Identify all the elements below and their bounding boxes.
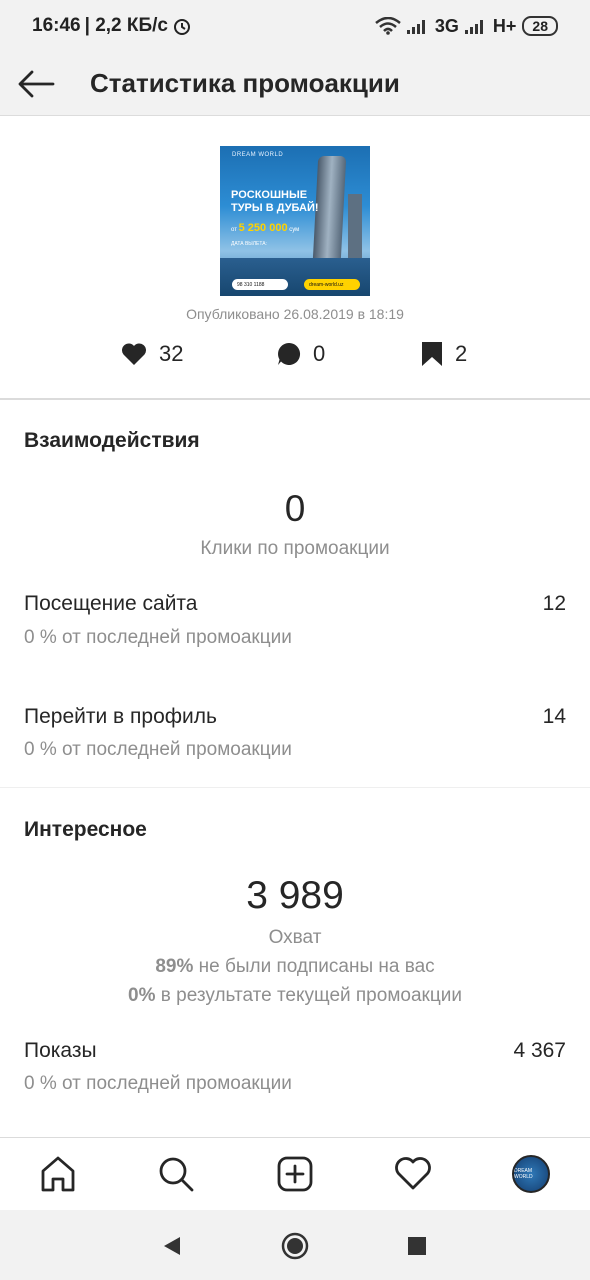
back-button[interactable] (0, 52, 72, 116)
from-promo-line: 0% в результате текущей промоакции (0, 985, 590, 1007)
profile-visits-label: Перейти в профиль (24, 705, 217, 728)
nav-search[interactable] (154, 1152, 198, 1196)
reach-label: Охват (268, 927, 322, 948)
website-visits-sub: 0 % от последней промоакции (24, 627, 292, 648)
post-summary: DREAM WORLD РОСКОШНЫЕ ТУРЫ В ДУБАЙ! от 5… (0, 117, 590, 400)
status-speed: | 2,2 КБ/с (84, 15, 168, 36)
post-thumbnail[interactable]: DREAM WORLD РОСКОШНЫЕ ТУРЫ В ДУБАЙ! от 5… (220, 146, 370, 296)
square-recents-icon (408, 1237, 426, 1255)
price-suffix: сум (289, 227, 300, 233)
interactions-title: Взаимодействия (24, 429, 200, 452)
engagement-counts: 32 0 2 (0, 341, 590, 377)
thumbnail-headline: РОСКОШНЫЕ ТУРЫ В ДУБАЙ! (231, 189, 319, 214)
nav-home[interactable] (36, 1152, 80, 1196)
avatar: DREAM WORLD (512, 1155, 550, 1193)
bottom-navigation: DREAM WORLD (0, 1137, 590, 1210)
clicks-label: Клики по промоакции (200, 538, 390, 559)
section-divider (0, 787, 590, 788)
system-navigation (0, 1210, 590, 1280)
not-following-pct: 89% (155, 956, 194, 977)
impressions-value: 4 367 (513, 1039, 566, 1062)
heart-icon (121, 343, 147, 365)
circle-home-icon (281, 1232, 309, 1260)
comments-value: 0 (313, 341, 326, 366)
triangle-back-icon (164, 1237, 180, 1255)
nav-profile[interactable]: DREAM WORLD (509, 1152, 553, 1196)
system-recents-button[interactable] (403, 1232, 431, 1260)
system-home-button[interactable] (281, 1232, 309, 1260)
comment-icon (278, 342, 301, 365)
comments-count: 0 (277, 341, 325, 367)
add-post-icon (277, 1156, 313, 1192)
not-following-text: не были подписаны на вас (193, 956, 435, 977)
signal-icon (406, 20, 425, 34)
impressions-sub: 0 % от последней промоакции (24, 1073, 292, 1094)
nav-activity[interactable] (391, 1152, 435, 1196)
not-following-line: 89% не были подписаны на вас (0, 956, 590, 978)
likes-value: 32 (159, 341, 184, 366)
network-type-1: 3G (434, 15, 459, 36)
alarm-icon (174, 19, 190, 35)
arrow-left-icon (18, 70, 55, 97)
reach-value: 3 989 (246, 874, 344, 917)
bookmark-icon (422, 342, 442, 366)
thumbnail-phone: 98 310 1188 (232, 279, 288, 290)
thumbnail-price: от 5 250 000 сум (231, 222, 299, 234)
price-prefix: от (231, 227, 237, 233)
status-bar: 16:46 | 2,2 КБ/с 3G H+ 28 (0, 0, 590, 52)
thumbnail-date: ДАТА ВЫЛЕТА: (231, 241, 267, 247)
thumbnail-brand: DREAM WORLD (232, 152, 284, 158)
profile-visits-sub: 0 % от последней промоакции (24, 739, 292, 760)
from-promo-pct: 0% (128, 985, 156, 1006)
published-date: Опубликовано 26.08.2019 в 18:19 (186, 306, 404, 322)
profile-visits-value: 14 (542, 705, 566, 728)
status-left: 16:46 | 2,2 КБ/с (32, 15, 192, 37)
price-value: 5 250 000 (238, 222, 288, 234)
nav-create[interactable] (273, 1152, 317, 1196)
search-icon (159, 1157, 194, 1192)
saves-count: 2 (421, 341, 467, 367)
status-time: 16:46 (32, 15, 81, 36)
status-right: 3G H+ 28 (375, 16, 558, 37)
battery-indicator: 28 (522, 16, 558, 36)
website-visits-value: 12 (542, 592, 566, 615)
thumbnail-site: dream-world.uz (304, 279, 360, 290)
home-icon (41, 1156, 75, 1192)
app-bar: Статистика промоакции (0, 52, 590, 116)
discovery-title: Интересное (24, 818, 147, 841)
signal-icon-2 (464, 20, 483, 34)
system-back-button[interactable] (158, 1232, 186, 1260)
saves-value: 2 (455, 341, 468, 366)
heart-outline-icon (395, 1157, 431, 1190)
thumbnail-water (220, 258, 370, 296)
likes-count: 32 (121, 341, 183, 367)
wifi-icon (375, 17, 401, 35)
impressions-label: Показы (24, 1039, 97, 1062)
network-type-2: H+ (492, 15, 517, 36)
clicks-value: 0 (284, 488, 306, 529)
from-promo-text: в результате текущей промоакции (155, 985, 462, 1006)
website-visits-label: Посещение сайта (24, 592, 198, 615)
page-title: Статистика промоакции (90, 68, 400, 98)
